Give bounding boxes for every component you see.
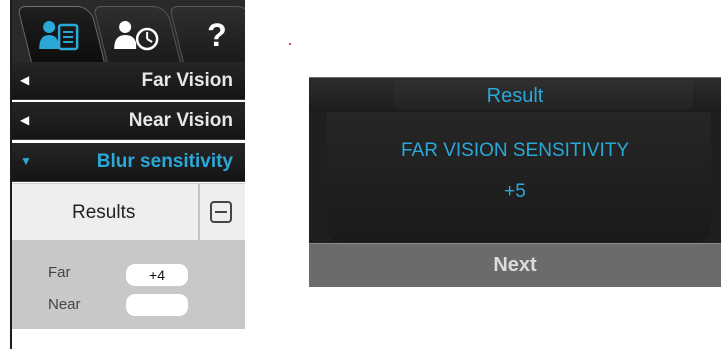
left-panel: ? ◀ Far Vision ◀ Near Vision ▼ Blur sens… bbox=[10, 0, 245, 349]
section-label: Near Vision bbox=[128, 110, 233, 131]
help-icon: ? bbox=[207, 17, 227, 53]
tab-patient-record[interactable] bbox=[16, 6, 106, 63]
section-label: Blur sensitivity bbox=[96, 151, 233, 172]
stray-dot bbox=[289, 43, 291, 45]
results-values: Far +4 Near bbox=[12, 240, 245, 329]
tab-help[interactable]: ? bbox=[168, 6, 245, 63]
collapsed-arrow-icon: ◀ bbox=[20, 73, 30, 87]
far-value-field: +4 bbox=[126, 264, 188, 286]
section-label: Far Vision bbox=[141, 70, 233, 91]
next-button[interactable]: Next bbox=[309, 243, 721, 287]
results-header: Results bbox=[12, 183, 245, 241]
section-far-vision[interactable]: ◀ Far Vision bbox=[12, 62, 245, 100]
results-label: Results bbox=[72, 202, 136, 223]
patient-history-icon bbox=[114, 19, 160, 51]
expanded-arrow-icon: ▼ bbox=[20, 154, 32, 168]
collapsed-arrow-icon: ◀ bbox=[20, 113, 30, 127]
dialog-title: Result bbox=[486, 85, 544, 107]
tab-patient-history[interactable] bbox=[92, 6, 182, 63]
patient-record-icon bbox=[39, 19, 83, 51]
dialog-body bbox=[327, 112, 711, 242]
minus-icon bbox=[215, 211, 227, 213]
section-blur-sensitivity[interactable]: ▼ Blur sensitivity bbox=[12, 143, 245, 182]
sensitivity-value: +5 bbox=[504, 181, 526, 202]
section-near-vision[interactable]: ◀ Near Vision bbox=[12, 102, 245, 140]
result-dialog: Result FAR VISION SENSITIVITY +5 Next bbox=[309, 77, 721, 287]
sensitivity-heading: FAR VISION SENSITIVITY bbox=[400, 140, 630, 161]
tab-strip: ? bbox=[12, 0, 245, 63]
near-label: Near bbox=[48, 296, 81, 313]
divider bbox=[198, 184, 200, 241]
near-value-field bbox=[126, 294, 188, 316]
collapse-button[interactable] bbox=[210, 201, 232, 223]
next-label: Next bbox=[493, 254, 537, 276]
far-label: Far bbox=[48, 264, 71, 281]
help-glyph: ? bbox=[207, 17, 227, 53]
